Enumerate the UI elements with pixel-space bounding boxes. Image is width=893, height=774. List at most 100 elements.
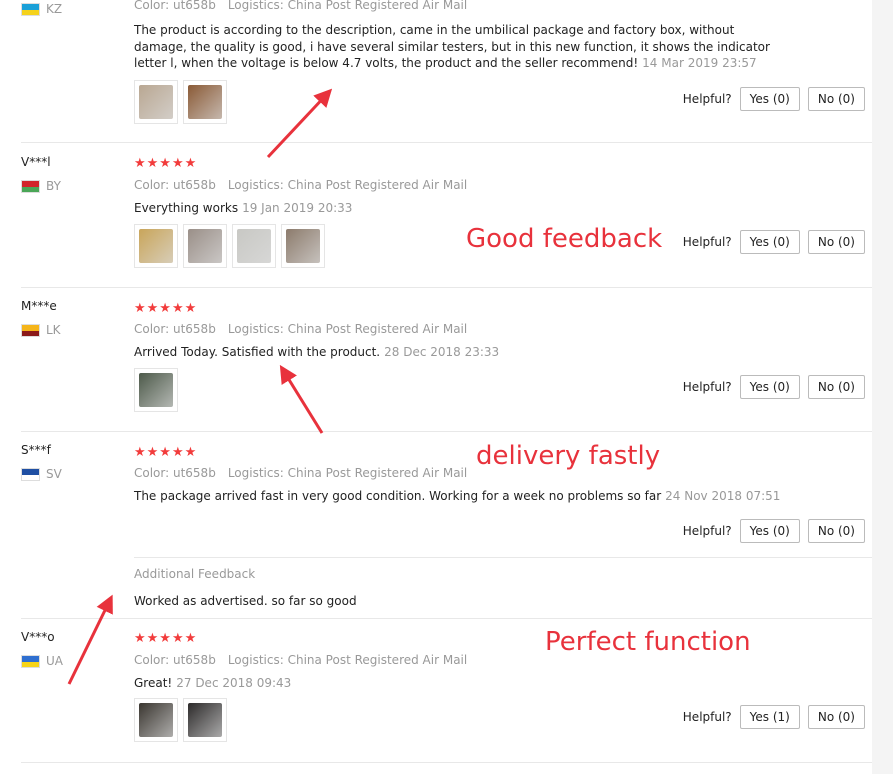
page-edge: [872, 0, 893, 774]
review-meta: Color: ut658b Logistics: China Post Regis…: [134, 178, 467, 192]
no-button[interactable]: No (0): [807, 230, 865, 254]
review-photos: [134, 368, 178, 412]
logistics: Logistics: China Post Registered Air Mai…: [227, 466, 468, 480]
helpful-label: Helpful?: [682, 710, 732, 724]
review-text: Great! 27 Dec 2018 09:43: [134, 675, 784, 692]
divider: [21, 287, 872, 288]
country-code: UA: [46, 654, 63, 668]
arrow-icon: [279, 364, 324, 434]
additional-feedback-label: Additional Feedback: [134, 567, 256, 581]
helpful-vote: Helpful? Yes (0) No (0): [683, 230, 865, 254]
review-photo[interactable]: [183, 80, 227, 124]
review-photo[interactable]: [183, 224, 227, 268]
review-date: 27 Dec 2018 09:43: [176, 676, 292, 690]
flag-icon: [21, 654, 40, 668]
review-photos: [134, 224, 325, 268]
review-photo[interactable]: [134, 224, 178, 268]
star-rating: ★★★★★: [134, 156, 198, 171]
review-photo[interactable]: [134, 80, 178, 124]
review-meta: Color: ut658b Logistics: China Post Regis…: [134, 466, 467, 480]
review-date: 24 Nov 2018 07:51: [665, 489, 781, 503]
no-button[interactable]: No (0): [807, 375, 865, 399]
helpful-label: Helpful?: [682, 235, 732, 249]
review-photo[interactable]: [134, 368, 178, 412]
reviewer-country: BY: [21, 179, 61, 193]
divider: [21, 618, 872, 619]
annotation-delivery-fastly: delivery fastly: [476, 441, 661, 471]
reviewer-name: M***e: [21, 299, 57, 313]
review-photo[interactable]: [183, 698, 227, 742]
helpful-vote: Helpful? Yes (0) No (0): [683, 87, 865, 111]
country-code: SV: [46, 467, 62, 481]
review-date: 14 Mar 2019 23:57: [642, 56, 757, 70]
flag-icon: [21, 467, 40, 481]
review-date: 28 Dec 2018 23:33: [384, 345, 500, 359]
review-text: Arrived Today. Satisfied with the produc…: [134, 344, 784, 361]
no-button[interactable]: No (0): [807, 705, 865, 729]
no-button[interactable]: No (0): [807, 519, 865, 543]
reviewer-country: UA: [21, 654, 63, 668]
reviewer-name: S***f: [21, 443, 51, 457]
review-body: Arrived Today. Satisfied with the produc…: [134, 345, 381, 359]
reviewer-country: LK: [21, 323, 61, 337]
review-text: The product is according to the descript…: [134, 22, 784, 72]
annotation-good-feedback: Good feedback: [466, 224, 663, 254]
review-meta: Color: ut658b Logistics: China Post Regis…: [134, 0, 467, 12]
helpful-label: Helpful?: [682, 92, 732, 106]
logistics: Logistics: China Post Registered Air Mai…: [227, 0, 468, 12]
arrow-icon: [67, 594, 113, 685]
flag-icon: [21, 2, 40, 16]
color-option: Color: ut658b: [134, 653, 216, 667]
review-body: Everything works: [134, 201, 239, 215]
reviewer-country: KZ: [21, 2, 62, 16]
yes-button[interactable]: Yes (0): [739, 87, 800, 111]
review-date: 19 Jan 2019 20:33: [242, 201, 353, 215]
reviewer-country: SV: [21, 467, 62, 481]
yes-button[interactable]: Yes (0): [739, 519, 800, 543]
country-code: LK: [46, 323, 61, 337]
divider: [134, 557, 872, 558]
country-code: BY: [46, 179, 61, 193]
review-photo[interactable]: [281, 224, 325, 268]
review-meta: Color: ut658b Logistics: China Post Regis…: [134, 653, 467, 667]
divider: [21, 142, 872, 143]
yes-button[interactable]: Yes (1): [739, 705, 800, 729]
review-photos: [134, 698, 227, 742]
divider: [21, 762, 872, 763]
review-meta: Color: ut658b Logistics: China Post Regis…: [134, 322, 467, 336]
flag-icon: [21, 323, 40, 337]
review-photos: [134, 80, 227, 124]
review-text: The package arrived fast in very good co…: [134, 488, 784, 505]
reviewer-name: V***l: [21, 155, 51, 169]
star-rating: ★★★★★: [134, 631, 198, 646]
logistics: Logistics: China Post Registered Air Mai…: [227, 653, 468, 667]
helpful-vote: Helpful? Yes (1) No (0): [683, 705, 865, 729]
arrow-icon: [266, 88, 333, 159]
star-rating: ★★★★★: [134, 301, 198, 316]
logistics: Logistics: China Post Registered Air Mai…: [227, 178, 468, 192]
country-code: KZ: [46, 2, 63, 16]
no-button[interactable]: No (0): [807, 87, 865, 111]
helpful-vote: Helpful? Yes (0) No (0): [683, 375, 865, 399]
flag-icon: [21, 179, 40, 193]
star-rating: ★★★★★: [134, 445, 198, 460]
review-body: The package arrived fast in very good co…: [134, 489, 662, 503]
reviewer-name: V***o: [21, 630, 55, 644]
annotation-perfect-function: Perfect function: [545, 627, 751, 657]
divider: [21, 431, 872, 432]
review-photo[interactable]: [232, 224, 276, 268]
review-body: Great!: [134, 676, 173, 690]
review-text: Everything works 19 Jan 2019 20:33: [134, 200, 784, 217]
yes-button[interactable]: Yes (0): [739, 375, 800, 399]
review-photo[interactable]: [134, 698, 178, 742]
logistics: Logistics: China Post Registered Air Mai…: [227, 322, 468, 336]
color-option: Color: ut658b: [134, 322, 216, 336]
yes-button[interactable]: Yes (0): [739, 230, 800, 254]
helpful-label: Helpful?: [682, 524, 732, 538]
color-option: Color: ut658b: [134, 178, 216, 192]
additional-feedback-text: Worked as advertised. so far so good: [134, 594, 357, 608]
helpful-vote: Helpful? Yes (0) No (0): [683, 519, 865, 543]
helpful-label: Helpful?: [682, 380, 732, 394]
color-option: Color: ut658b: [134, 466, 216, 480]
color-option: Color: ut658b: [134, 0, 216, 12]
